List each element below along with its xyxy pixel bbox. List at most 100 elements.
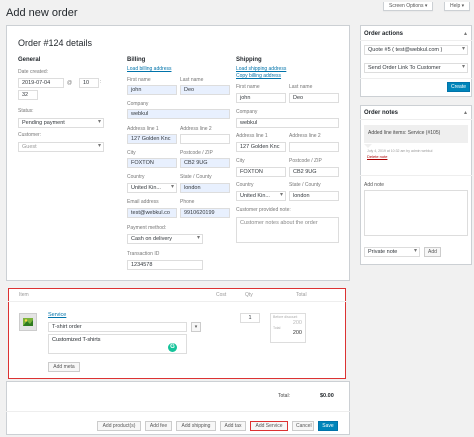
- column-qty: Qty: [245, 292, 253, 298]
- shipping-city-input[interactable]: FOXTON: [236, 167, 286, 177]
- shipping-first-name-label: First name: [236, 84, 260, 90]
- help-button[interactable]: Help ▾: [444, 2, 471, 11]
- billing-email-input[interactable]: test@webkul.co: [127, 208, 177, 218]
- status-select-value: Pending payment: [22, 120, 65, 126]
- column-item: Item: [19, 292, 29, 298]
- add-note-button[interactable]: Add: [424, 247, 441, 257]
- order-note-bubble: Added line items: Service (#105): [364, 125, 468, 143]
- add-shipping-button[interactable]: Add shipping: [176, 421, 216, 431]
- billing-country-select[interactable]: United Kin...: [127, 183, 177, 193]
- service-description-textarea[interactable]: Customized T-shirts: [48, 334, 187, 354]
- service-title-toggle-button[interactable]: ▾: [191, 322, 201, 332]
- quote-select[interactable]: Quote #5 ( test@webkul.com ): [364, 45, 468, 55]
- shipping-address1-input[interactable]: 127 Golden Knc: [236, 142, 286, 152]
- line-total-value[interactable]: 200: [271, 330, 305, 336]
- load-billing-link[interactable]: Load billing address: [127, 66, 171, 72]
- shipping-first-name-input[interactable]: john: [236, 93, 286, 103]
- customer-select[interactable]: Guest: [18, 142, 104, 152]
- general-heading: General: [18, 57, 41, 63]
- billing-address1-input[interactable]: 127 Golden Knc: [127, 134, 177, 144]
- transaction-id-label: Transaction ID: [127, 251, 160, 257]
- shipping-postcode-input[interactable]: CB2 9UG: [289, 167, 339, 177]
- order-notes-divider: [360, 119, 472, 120]
- order-heading: Order #124 details: [18, 38, 93, 48]
- chevron-up-icon[interactable]: ▴: [464, 30, 467, 37]
- create-button[interactable]: Create: [447, 82, 470, 92]
- copy-billing-link[interactable]: Copy billing address: [236, 73, 281, 79]
- grand-total-value: $0.00: [320, 393, 334, 399]
- order-notes-heading: Order notes: [364, 110, 399, 116]
- billing-address2-input[interactable]: [180, 134, 230, 144]
- add-products-button[interactable]: Add product(s): [97, 421, 141, 431]
- shipping-country-select[interactable]: United Kin...: [236, 191, 286, 201]
- page-title: Add new order: [6, 7, 78, 19]
- billing-phone-label: Phone: [180, 199, 195, 205]
- shipping-state-input[interactable]: london: [289, 191, 339, 201]
- chevron-up-icon[interactable]: ▴: [464, 109, 467, 116]
- customer-note-label: Customer provided note:: [236, 207, 291, 213]
- shipping-address2-input[interactable]: [289, 142, 339, 152]
- billing-phone-input[interactable]: 9910620199: [180, 208, 230, 218]
- shipping-country-label: Country: [236, 182, 254, 188]
- status-select[interactable]: Pending payment: [18, 118, 104, 128]
- billing-country-label: Country: [127, 174, 145, 180]
- customer-label: Customer:: [18, 132, 42, 138]
- add-note-divider: [360, 175, 472, 176]
- billing-postcode-input[interactable]: CB2 9UG: [180, 158, 230, 168]
- minute-input[interactable]: 32: [18, 90, 38, 100]
- time-separator: :: [100, 79, 102, 85]
- shipping-state-label: State / County: [289, 182, 321, 188]
- shipping-heading: Shipping: [236, 57, 262, 63]
- totals-divider: [6, 411, 350, 412]
- save-button[interactable]: Save: [318, 421, 338, 431]
- load-shipping-link[interactable]: Load shipping address: [236, 66, 286, 72]
- grammarly-icon[interactable]: G: [168, 343, 177, 352]
- add-tax-button[interactable]: Add tax: [220, 421, 246, 431]
- billing-last-name-input[interactable]: Deo: [180, 85, 230, 95]
- hour-input[interactable]: 10: [79, 78, 99, 88]
- add-note-textarea[interactable]: [364, 190, 468, 236]
- shipping-postcode-label: Postcode / ZIP: [289, 158, 322, 164]
- note-type-value: Private note: [368, 249, 398, 255]
- billing-company-label: Company: [127, 101, 149, 107]
- add-service-button[interactable]: Add Service: [250, 421, 288, 431]
- service-item-link[interactable]: Service: [48, 312, 66, 318]
- service-title-input[interactable]: T-shirt order: [48, 322, 187, 332]
- shipping-company-input[interactable]: webkul: [236, 118, 339, 128]
- billing-company-input[interactable]: webkul: [127, 109, 230, 119]
- date-created-input[interactable]: 2019-07-04: [18, 78, 64, 88]
- customer-note-textarea[interactable]: Customer notes about the order: [236, 217, 339, 243]
- column-cost: Cost: [216, 292, 227, 298]
- payment-method-value: Cash on delivery: [131, 236, 172, 242]
- screen-options-button[interactable]: Screen Options ▾: [383, 2, 434, 11]
- order-note-meta: July 4, 2019 at 10:32 am by admin webkul: [367, 149, 433, 153]
- shipping-country-value: United Kin...: [240, 193, 270, 199]
- shipping-last-name-input[interactable]: Deo: [289, 93, 339, 103]
- add-meta-button[interactable]: Add meta: [48, 362, 80, 372]
- cancel-button[interactable]: Cancel: [292, 421, 314, 431]
- order-action-select[interactable]: Send Order Link To Customer: [364, 63, 468, 73]
- order-action-value: Send Order Link To Customer: [368, 65, 441, 71]
- billing-country-value: United Kin...: [131, 185, 161, 191]
- delete-note-link[interactable]: Delete note: [367, 154, 387, 159]
- quantity-input[interactable]: 1: [240, 313, 260, 323]
- billing-last-name-label: Last name: [180, 77, 204, 83]
- order-actions-heading: Order actions: [364, 31, 404, 37]
- note-bubble-tail: [364, 144, 372, 148]
- add-note-label: Add note: [364, 182, 385, 188]
- service-description-text: Customized T-shirts: [52, 337, 101, 343]
- payment-method-select[interactable]: Cash on delivery: [127, 234, 203, 244]
- transaction-id-input[interactable]: 1234578: [127, 260, 203, 270]
- date-created-label: Date created:: [18, 69, 49, 75]
- image-placeholder-icon: [19, 313, 37, 331]
- billing-address1-label: Address line 1: [127, 126, 159, 132]
- note-type-select[interactable]: Private note: [364, 247, 420, 257]
- at-label: @: [67, 80, 73, 86]
- billing-city-input[interactable]: FOXTON: [127, 158, 177, 168]
- billing-state-input[interactable]: london: [180, 183, 230, 193]
- billing-first-name-input[interactable]: john: [127, 85, 177, 95]
- shipping-address1-label: Address line 1: [236, 133, 268, 139]
- billing-first-name-label: First name: [127, 77, 151, 83]
- add-fee-button[interactable]: Add fee: [145, 421, 172, 431]
- shipping-company-label: Company: [236, 109, 258, 115]
